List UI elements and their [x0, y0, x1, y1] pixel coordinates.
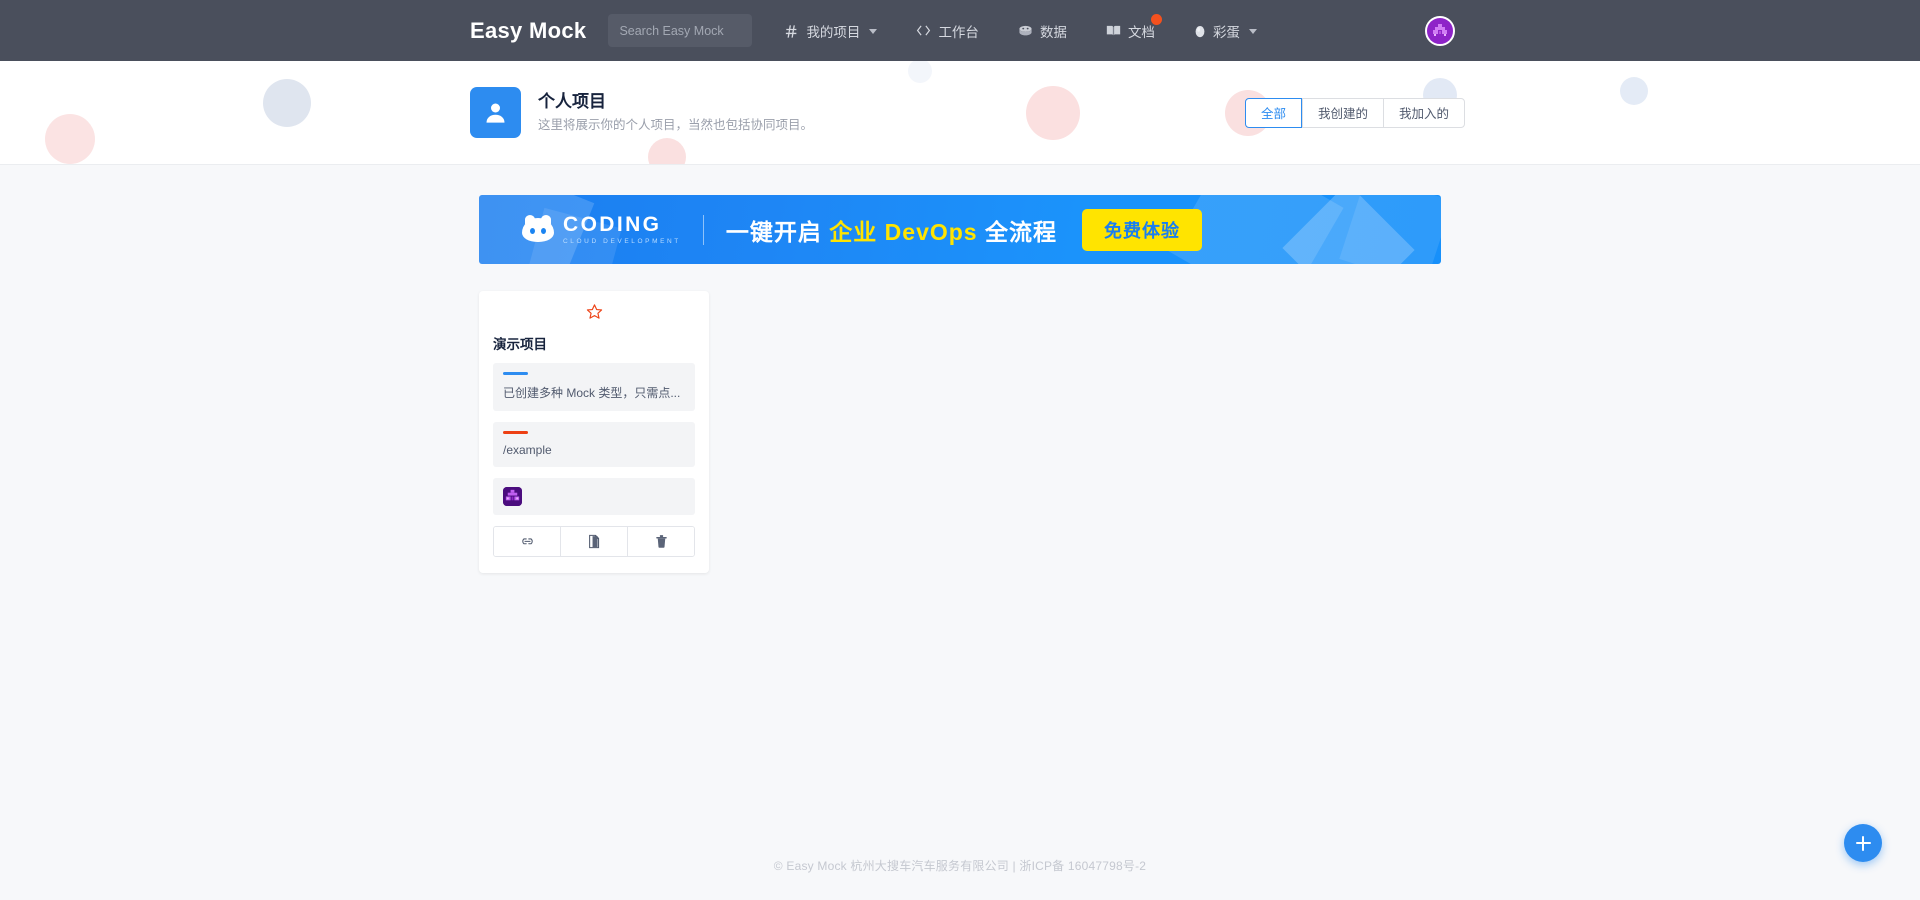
project-members-block	[493, 478, 695, 515]
nav-item-docs[interactable]: 文档	[1106, 13, 1162, 41]
project-base-url: /example	[503, 443, 552, 457]
accent-bar-blue	[503, 372, 528, 375]
page-title: 个人项目	[538, 92, 606, 112]
coding-logo: CODING CLOUD DEVELOPMENT	[522, 214, 681, 245]
person-icon	[486, 103, 505, 123]
nav-item-workbench[interactable]: 工作台	[916, 21, 979, 41]
footer-text: © Easy Mock 杭州大搜车汽车服务有限公司 | 浙ICP备 160477…	[773, 859, 1147, 873]
page-header: 个人项目 这里将展示你的个人项目，当然也包括协同项目。 全部 我创建的 我加入的	[0, 61, 1920, 165]
notification-badge	[1150, 13, 1162, 25]
main-content: CODING CLOUD DEVELOPMENT 一键开启 企业 DevOps …	[0, 165, 1920, 900]
nav-item-label: 彩蛋	[1212, 24, 1240, 40]
user-menu[interactable]	[1425, 15, 1465, 46]
copy-link-button[interactable]	[494, 527, 561, 556]
identicon-avatar	[503, 487, 522, 506]
project-description: 已创建多种 Mock 类型，只需点...	[503, 386, 681, 400]
avatar[interactable]	[1425, 15, 1455, 46]
project-name: 演示项目	[493, 337, 547, 352]
chevron-down-icon	[869, 29, 878, 34]
nav-item-data[interactable]: 数据	[1018, 21, 1067, 41]
tab-all[interactable]: 全部	[1244, 97, 1302, 128]
create-project-fab[interactable]	[1844, 824, 1882, 862]
nav-item-my-projects[interactable]: 我的项目	[785, 21, 878, 41]
user-avatar-icon	[1430, 20, 1450, 41]
advertisement-banner[interactable]: CODING CLOUD DEVELOPMENT 一键开启 企业 DevOps …	[479, 195, 1441, 264]
project-actions	[493, 526, 695, 557]
accent-bar-red	[503, 431, 528, 434]
code-icon	[916, 24, 931, 37]
top-navbar: Easy Mock 我的项目 工作台 数据	[0, 0, 1920, 61]
project-description-block: 已创建多种 Mock 类型，只需点...	[493, 363, 695, 411]
member-avatar[interactable]	[503, 487, 522, 506]
ad-slogan-suffix: 全流程	[977, 218, 1057, 245]
hash-icon	[785, 24, 799, 38]
project-filter-tabs: 全部 我创建的 我加入的	[1244, 97, 1465, 128]
link-icon	[521, 538, 533, 545]
copy-icon	[588, 534, 599, 549]
ad-divider	[702, 214, 704, 245]
database-icon	[1018, 24, 1033, 37]
page-subtitle: 这里将展示你的个人项目，当然也包括协同项目。	[538, 118, 814, 133]
tab-created[interactable]: 我创建的	[1301, 97, 1383, 128]
ad-cta-button[interactable]: 免费体验	[1082, 208, 1202, 251]
search-input[interactable]	[608, 14, 753, 47]
project-url-block: /example	[493, 422, 695, 467]
coding-tagline: CLOUD DEVELOPMENT	[563, 238, 681, 245]
ad-slogan-highlight: 企业 DevOps	[829, 218, 978, 245]
trash-icon	[655, 535, 667, 548]
nav-item-label: 数据	[1039, 24, 1067, 40]
star-outline-icon[interactable]	[586, 303, 603, 325]
chevron-down-icon	[1248, 29, 1257, 34]
ad-slogan: 一键开启 企业 DevOps 全流程	[726, 213, 1057, 247]
nav-links: 我的项目 工作台 数据 文档 彩蛋	[785, 13, 1296, 41]
project-card[interactable]: 演示项目 已创建多种 Mock 类型，只需点... /example	[479, 291, 709, 573]
page-icon	[470, 87, 521, 138]
project-card-list: 演示项目 已创建多种 Mock 类型，只需点... /example	[479, 291, 1441, 573]
egg-icon	[1194, 23, 1206, 38]
book-icon	[1106, 24, 1121, 37]
ad-slogan-prefix: 一键开启	[725, 218, 830, 245]
brand-logo[interactable]: Easy Mock	[470, 18, 586, 44]
coding-mascot-icon	[522, 214, 554, 242]
navbar-right	[1425, 0, 1920, 61]
clone-project-button[interactable]	[561, 527, 628, 556]
tab-joined[interactable]: 我加入的	[1382, 97, 1465, 128]
nav-item-label: 我的项目	[806, 24, 861, 40]
coding-wordmark: CODING	[563, 213, 662, 236]
delete-project-button[interactable]	[628, 527, 694, 556]
nav-item-label: 文档	[1127, 24, 1155, 40]
nav-item-easter-egg[interactable]: 彩蛋	[1194, 21, 1257, 41]
nav-item-label: 工作台	[938, 24, 979, 40]
